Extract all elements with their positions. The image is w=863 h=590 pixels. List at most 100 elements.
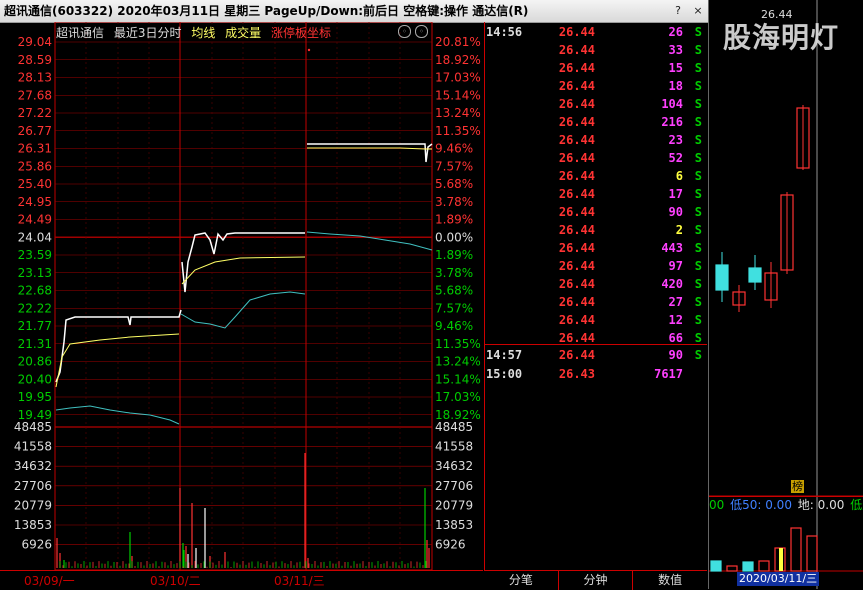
tab-minute[interactable]: 分钟 xyxy=(559,571,634,590)
percent-tick-label: 7.57% xyxy=(435,159,473,173)
price-tick-label: 24.04 xyxy=(18,230,52,244)
price-tick-label: 22.22 xyxy=(18,301,52,315)
tick-volume: 33 xyxy=(668,43,683,57)
price-tick-label: 19.95 xyxy=(18,390,52,404)
tick-volume: 443 xyxy=(661,241,683,255)
tick-volume: 90 xyxy=(668,348,683,362)
volume-tick-label: 20779 xyxy=(14,498,52,512)
kline-volume-bar xyxy=(806,535,818,572)
price-tick-label: 24.95 xyxy=(18,195,52,209)
tick-side: S xyxy=(694,241,702,255)
percent-tick-label: 17.03% xyxy=(435,390,481,404)
prev-close-line-day3 xyxy=(306,231,433,251)
percent-tick-label: 15.14% xyxy=(435,372,481,386)
tick-volume: 7617 xyxy=(654,367,683,381)
tick-detail-panel[interactable]: 14:56 26.44 26 S 26.44 33 S 26.44 15 S 26.44 18 S 26.… xyxy=(484,22,708,570)
tick-price: 26.44 xyxy=(558,313,595,327)
price-tick-label: 23.59 xyxy=(18,248,52,262)
price-tick-label: 25.86 xyxy=(18,159,52,173)
percent-tick-label: 5.68% xyxy=(435,177,473,191)
percent-tick-label: 3.78% xyxy=(435,266,473,280)
tick-volume: 6 xyxy=(675,169,683,183)
price-tick-label: 26.31 xyxy=(18,142,52,156)
percent-tick-label: 15.14% xyxy=(435,88,481,102)
percent-tick-label: 5.68% xyxy=(435,284,473,298)
tick-side: S xyxy=(694,61,702,75)
tab-tick[interactable]: 分笔 xyxy=(484,571,559,590)
window-titlebar: 超讯通信(603322) 2020年03月11日 星期三 PageUp/Down… xyxy=(0,0,708,23)
limit-marker xyxy=(307,48,311,52)
indicator-low: 低量 xyxy=(850,498,863,512)
header-limit-axis[interactable]: 涨停板坐标 xyxy=(271,26,331,40)
tick-price: 26.44 xyxy=(558,151,595,165)
volume-tick-label: 41558 xyxy=(14,440,52,454)
tick-row: 26.44 97 S xyxy=(485,257,707,275)
tick-price: 26.44 xyxy=(558,169,595,183)
chart-settings-icon[interactable]: ◦ xyxy=(398,25,411,38)
tick-price: 26.44 xyxy=(558,241,595,255)
tick-side: S xyxy=(694,313,702,327)
volume-tick-label-right: 27706 xyxy=(435,479,473,493)
minute-chart-canvas[interactable]: 29.04 20.81% 28.59 18.92% 28.13 17.03% 27.68 15… xyxy=(0,22,483,570)
tick-price: 26.44 xyxy=(558,133,595,147)
tick-volume: 420 xyxy=(661,277,683,291)
tick-side: S xyxy=(694,348,702,362)
tick-volume: 23 xyxy=(668,133,683,147)
tick-price: 26.44 xyxy=(558,259,595,273)
date-label: 03/10/二 xyxy=(150,574,201,588)
percent-tick-label: 7.57% xyxy=(435,301,473,315)
price-tick-label: 28.59 xyxy=(18,53,52,67)
price-line-day1 xyxy=(55,309,182,383)
minute-chart[interactable]: 29.04 20.81% 28.59 18.92% 28.13 17.03% 27.68 15… xyxy=(0,22,483,570)
close-button[interactable]: × xyxy=(690,3,706,18)
tick-row: 26.44 6 S xyxy=(485,167,707,185)
tick-volume: 97 xyxy=(668,259,683,273)
chart-option-icon[interactable]: ◦ xyxy=(415,25,428,38)
tick-volume: 104 xyxy=(661,97,683,111)
tick-row: 15:00 26.43 7617 xyxy=(485,365,707,383)
tick-row: 14:56 26.44 26 S xyxy=(485,23,707,41)
price-tick-label: 24.49 xyxy=(18,213,52,227)
kline-date-label: 2020/03/11/三 xyxy=(737,572,820,586)
volume-tick-label: 6926 xyxy=(21,538,52,552)
tick-row: 26.44 420 S xyxy=(485,275,707,293)
header-period: 最近3日分时 xyxy=(113,26,182,40)
percent-tick-label: 13.24% xyxy=(435,355,481,369)
tick-row: 26.44 443 S xyxy=(485,239,707,257)
kline-panel[interactable]: 股海明灯 26.44 榜 00 低50: 0.00 地: 0.00 低量 202… xyxy=(708,0,863,589)
tick-price: 26.44 xyxy=(558,61,595,75)
tab-value[interactable]: 数值 xyxy=(633,571,707,590)
percent-tick-label: 9.46% xyxy=(435,319,473,333)
tick-price: 26.44 xyxy=(558,223,595,237)
percent-tick-label: 1.89% xyxy=(435,213,473,227)
tick-side: S xyxy=(694,295,702,309)
tick-price: 26.44 xyxy=(558,25,595,39)
price-tick-label: 26.77 xyxy=(18,124,52,138)
tick-tabs: 分笔 分钟 数值 xyxy=(484,570,707,590)
volume-tick-label: 13853 xyxy=(14,518,52,532)
tick-volume: 26 xyxy=(668,25,683,39)
percent-tick-label: 1.89% xyxy=(435,248,473,262)
header-volume: 成交量 xyxy=(225,26,262,40)
candle-body xyxy=(748,267,762,283)
kline-volume-highlight xyxy=(779,548,783,571)
tick-side: S xyxy=(694,223,702,237)
tick-volume: 15 xyxy=(668,61,683,75)
volume-tick-label-right: 34632 xyxy=(435,459,473,473)
percent-tick-label: 0.00% xyxy=(435,230,473,244)
price-tick-label: 27.22 xyxy=(18,106,52,120)
price-line-day3 xyxy=(307,143,433,163)
tick-volume: 90 xyxy=(668,205,683,219)
tick-row: 26.44 90 S xyxy=(485,203,707,221)
tick-price: 26.44 xyxy=(558,43,595,57)
price-tick-label: 22.68 xyxy=(18,284,52,298)
help-button[interactable]: ? xyxy=(670,3,686,18)
tick-side: S xyxy=(694,277,702,291)
tick-volume: 17 xyxy=(668,187,683,201)
rank-badge[interactable]: 榜 xyxy=(791,480,804,493)
tick-side: S xyxy=(694,25,702,39)
tick-side: S xyxy=(694,43,702,57)
volume-tick-label: 34632 xyxy=(14,459,52,473)
kline-volume-bar xyxy=(710,560,722,572)
tick-price: 26.44 xyxy=(558,187,595,201)
